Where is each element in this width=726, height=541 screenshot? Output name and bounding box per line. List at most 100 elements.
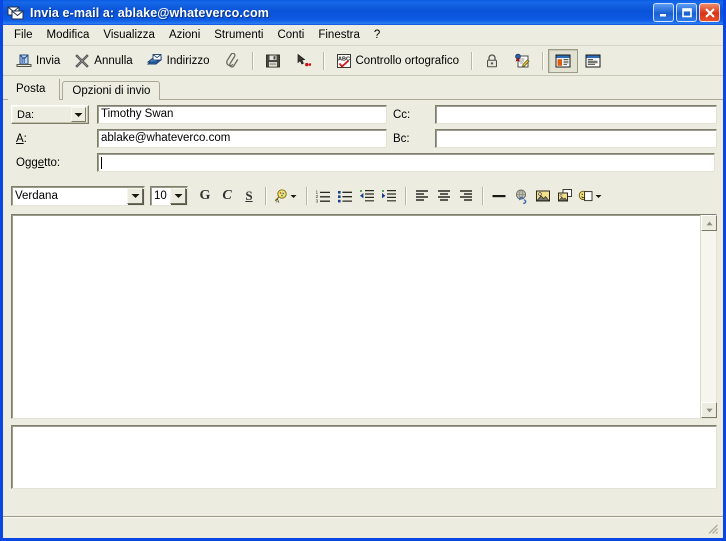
to-row: A: ablake@whateverco.com Bc: bbox=[11, 129, 717, 148]
layout-compact-view-button[interactable] bbox=[578, 49, 608, 73]
menu-item-file[interactable]: File bbox=[7, 26, 40, 45]
emoticon-button[interactable] bbox=[576, 185, 606, 207]
title-bar[interactable]: Invia e-mail a: ablake@whateverco.com bbox=[3, 0, 723, 25]
insert-image-button[interactable] bbox=[532, 185, 554, 207]
italic-button[interactable]: C bbox=[216, 185, 238, 207]
emoticon-icon bbox=[578, 188, 594, 204]
window-controls bbox=[653, 3, 721, 22]
font-size-value: 10 bbox=[154, 190, 167, 202]
text-caret bbox=[101, 156, 102, 169]
increase-indent-icon bbox=[381, 188, 397, 204]
menu-item-finestra[interactable]: Finestra bbox=[311, 26, 367, 45]
font-size-combo[interactable]: 10 bbox=[150, 186, 188, 206]
font-size-chevron-down-icon[interactable] bbox=[170, 188, 186, 204]
layout-full-view-button[interactable] bbox=[548, 48, 579, 73]
menu-item-help[interactable]: ? bbox=[367, 26, 387, 45]
bulleted-list-button[interactable] bbox=[334, 185, 356, 207]
bulleted-list-icon bbox=[337, 188, 353, 204]
subject-input[interactable] bbox=[97, 153, 715, 172]
send-mail-icon bbox=[16, 53, 32, 69]
italic-label: C bbox=[222, 188, 232, 203]
scroll-down-button[interactable] bbox=[701, 402, 717, 418]
header-fields: Da: Timothy Swan Cc: A: ablake@whateverc… bbox=[3, 100, 723, 180]
tab-posta[interactable]: Posta bbox=[8, 79, 61, 100]
underline-button[interactable]: S bbox=[238, 185, 260, 207]
menu-item-visualizza[interactable]: Visualizza bbox=[96, 26, 162, 45]
font-color-chevron-down-icon[interactable] bbox=[289, 191, 299, 201]
to-label: A: bbox=[11, 133, 89, 145]
format-separator-1 bbox=[265, 187, 266, 205]
align-right-icon bbox=[458, 188, 474, 204]
bcc-label: Bc: bbox=[393, 132, 410, 145]
message-body-input[interactable] bbox=[12, 215, 700, 418]
cursor-macro-icon bbox=[295, 53, 311, 69]
decrease-indent-button[interactable] bbox=[356, 185, 378, 207]
font-family-chevron-down-icon[interactable] bbox=[127, 188, 143, 204]
emoticon-chevron-down-icon[interactable] bbox=[594, 191, 604, 201]
digital-signature-icon bbox=[514, 53, 530, 69]
to-input[interactable]: ablake@whateverco.com bbox=[97, 129, 387, 148]
scroll-up-button[interactable] bbox=[701, 215, 717, 231]
maximize-button[interactable] bbox=[676, 3, 697, 22]
attachments-pane[interactable] bbox=[11, 425, 717, 489]
message-body-container bbox=[11, 214, 717, 419]
cc-input[interactable] bbox=[435, 105, 717, 124]
font-family-combo[interactable]: Verdana bbox=[11, 186, 145, 206]
cancel-x-icon bbox=[74, 53, 90, 69]
status-bar bbox=[3, 516, 723, 538]
format-separator-4 bbox=[482, 187, 483, 205]
horizontal-rule-button[interactable] bbox=[488, 185, 510, 207]
from-input[interactable]: Timothy Swan bbox=[97, 105, 387, 124]
align-center-button[interactable] bbox=[433, 185, 455, 207]
increase-indent-button[interactable] bbox=[378, 185, 400, 207]
bcc-input[interactable] bbox=[435, 129, 717, 148]
subject-label-post: tto: bbox=[44, 156, 61, 169]
menu-item-strumenti[interactable]: Strumenti bbox=[207, 26, 270, 45]
message-body-scrollbar[interactable] bbox=[700, 215, 717, 418]
toolbar-separator bbox=[251, 51, 253, 70]
macro-button[interactable] bbox=[288, 49, 318, 73]
scrollbar-track[interactable] bbox=[701, 231, 716, 402]
subject-label-accel: gge bbox=[24, 156, 45, 169]
encrypt-button[interactable] bbox=[477, 49, 507, 73]
cancel-button-label: Annulla bbox=[94, 54, 133, 67]
align-center-icon bbox=[436, 188, 452, 204]
background-image-button[interactable] bbox=[554, 185, 576, 207]
window-title: Invia e-mail a: ablake@whateverco.com bbox=[30, 5, 269, 20]
send-button-label: Invia bbox=[36, 54, 61, 67]
layout-full-view-icon bbox=[555, 53, 571, 69]
address-button[interactable]: Indirizzo bbox=[140, 49, 217, 73]
bold-button[interactable]: G bbox=[194, 185, 216, 207]
to-label-post: : bbox=[23, 132, 27, 145]
send-button[interactable]: Invia bbox=[9, 49, 67, 73]
toolbar-separator-2 bbox=[322, 51, 324, 70]
save-button[interactable] bbox=[258, 49, 288, 73]
font-color-button[interactable]: A bbox=[271, 185, 301, 207]
align-left-button[interactable] bbox=[411, 185, 433, 207]
menu-bar: File Modifica Visualizza Azioni Strument… bbox=[3, 25, 723, 46]
numbered-list-button[interactable]: 1 2 3 bbox=[312, 185, 334, 207]
spellcheck-button[interactable]: ABC Controllo ortografico bbox=[329, 49, 467, 73]
align-right-button[interactable] bbox=[455, 185, 477, 207]
decrease-indent-icon bbox=[359, 188, 375, 204]
cancel-button[interactable]: Annulla bbox=[67, 49, 139, 73]
minimize-button[interactable] bbox=[653, 3, 674, 22]
chevron-down-icon bbox=[71, 107, 86, 122]
insert-link-icon bbox=[513, 188, 529, 204]
font-family-value: Verdana bbox=[15, 190, 58, 202]
insert-link-button[interactable] bbox=[510, 185, 532, 207]
svg-text:A: A bbox=[275, 199, 279, 204]
menu-item-modifica[interactable]: Modifica bbox=[40, 26, 97, 45]
from-selector-combo[interactable]: Da: bbox=[11, 105, 89, 124]
resize-grip-icon[interactable] bbox=[705, 521, 719, 535]
format-separator-3 bbox=[405, 187, 406, 205]
menu-item-conti[interactable]: Conti bbox=[270, 26, 311, 45]
menu-item-azioni[interactable]: Azioni bbox=[162, 26, 207, 45]
attach-button[interactable] bbox=[217, 49, 247, 73]
address-book-icon bbox=[146, 53, 163, 69]
tab-opzioni-di-invio[interactable]: Opzioni di invio bbox=[62, 81, 161, 100]
close-button[interactable] bbox=[699, 3, 720, 22]
main-toolbar: Invia Annulla Indirizzo ABC Controllo or… bbox=[3, 46, 723, 76]
digital-signature-button[interactable] bbox=[507, 49, 537, 73]
layout-compact-view-icon bbox=[585, 53, 601, 69]
